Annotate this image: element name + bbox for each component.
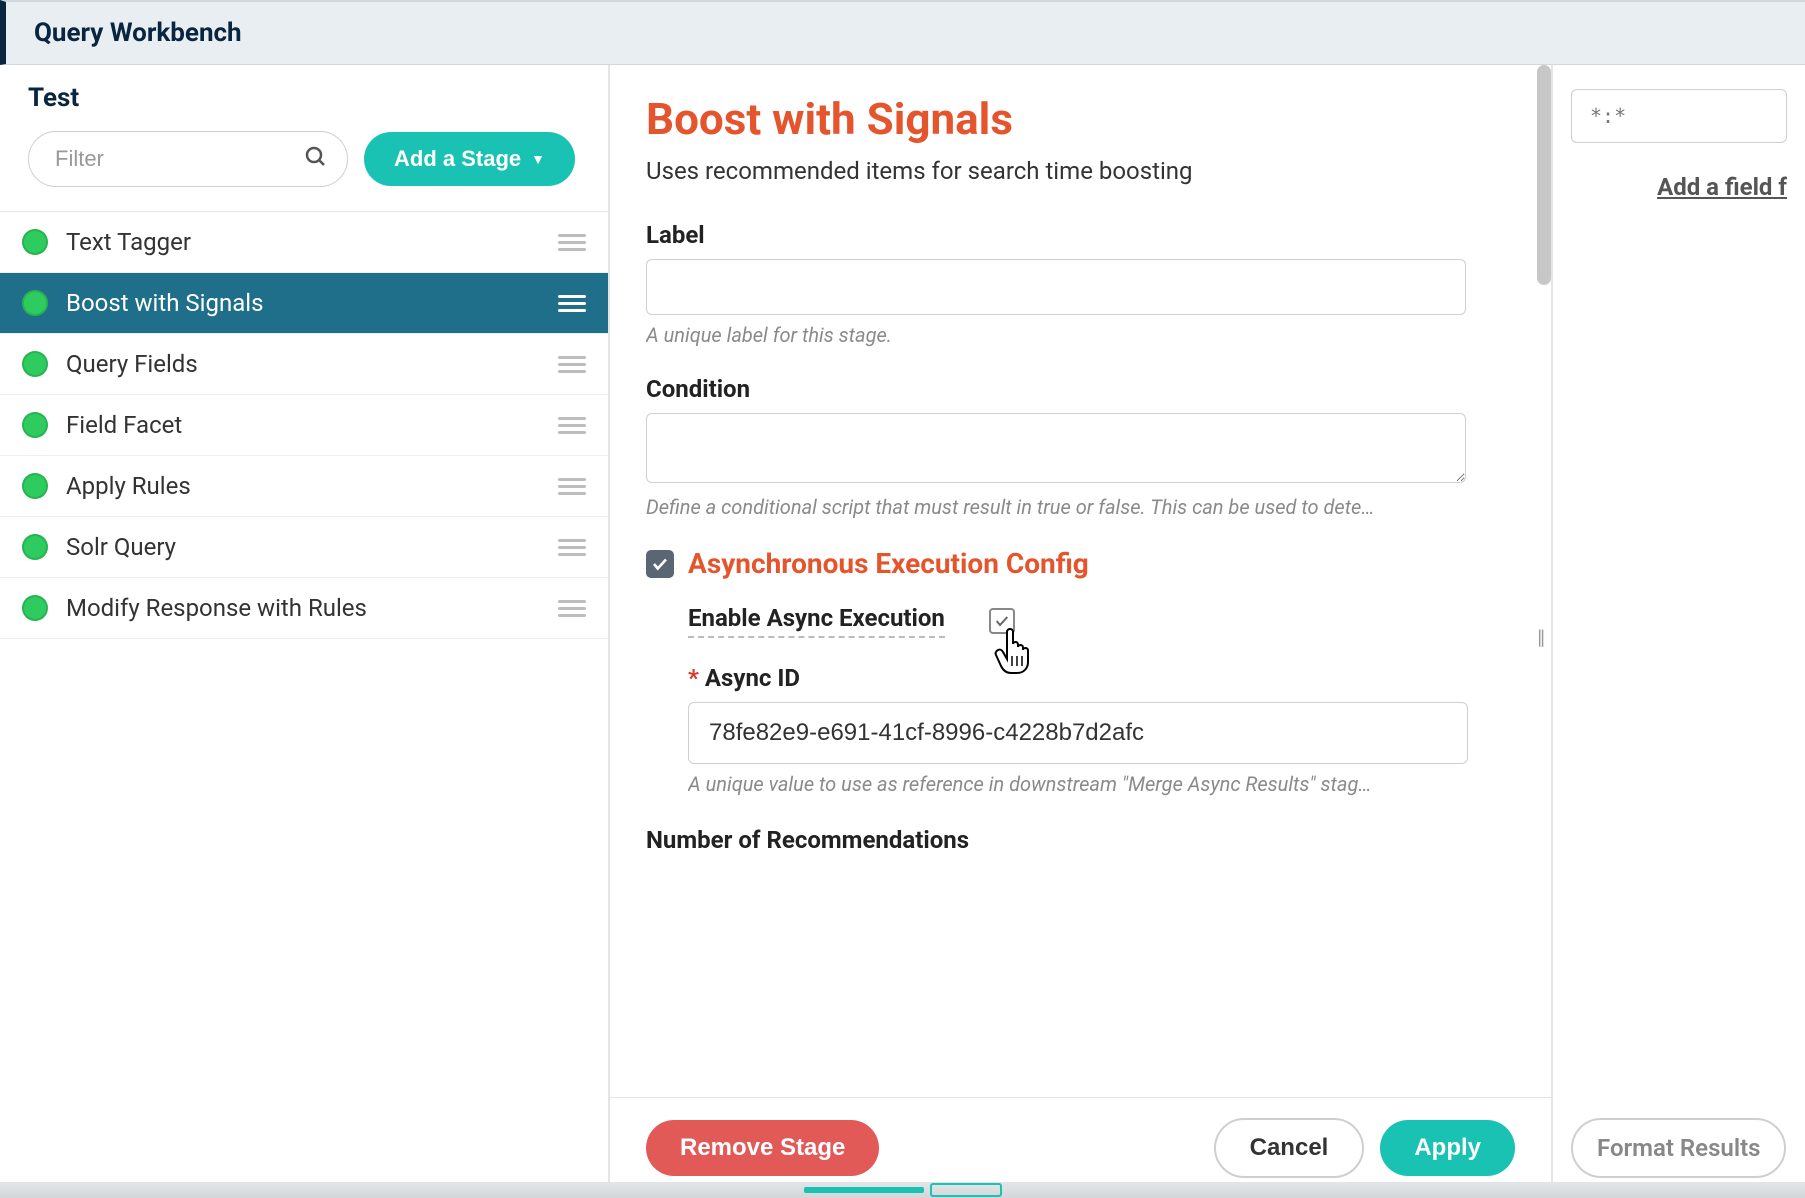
num-rec-field-group: Number of Recommendations bbox=[646, 826, 1515, 854]
add-stage-label: Add a Stage bbox=[394, 146, 521, 172]
page-title-bar: Query Workbench bbox=[0, 0, 1805, 65]
stage-label: Solr Query bbox=[66, 533, 540, 561]
progress-segment bbox=[804, 1187, 924, 1193]
filter-input[interactable] bbox=[28, 131, 348, 187]
status-dot bbox=[22, 595, 48, 621]
filter-row: Add a Stage ▼ bbox=[28, 131, 580, 187]
drag-handle-icon[interactable] bbox=[558, 417, 586, 434]
chevron-down-icon: ▼ bbox=[531, 151, 545, 167]
status-dot bbox=[22, 351, 48, 377]
stage-label: Modify Response with Rules bbox=[66, 594, 540, 622]
add-stage-button[interactable]: Add a Stage ▼ bbox=[364, 132, 575, 186]
status-dot bbox=[22, 534, 48, 560]
async-id-input[interactable] bbox=[688, 702, 1468, 764]
enable-async-label: Enable Async Execution bbox=[688, 604, 945, 638]
label-input[interactable] bbox=[646, 259, 1466, 315]
sidebar-item-boost-with-signals[interactable]: Boost with Signals bbox=[0, 273, 608, 334]
resize-handle-icon[interactable]: || bbox=[1537, 625, 1543, 649]
status-dot bbox=[22, 473, 48, 499]
async-section-body: Enable Async Execution bbox=[646, 604, 1515, 796]
sidebar-title: Test bbox=[28, 83, 580, 113]
apply-button[interactable]: Apply bbox=[1380, 1120, 1515, 1176]
sidebar: Test Add a Stage ▼ bbox=[0, 65, 610, 1198]
drag-handle-icon[interactable] bbox=[558, 600, 586, 617]
status-dot bbox=[22, 290, 48, 316]
enable-async-row: Enable Async Execution bbox=[688, 604, 1515, 638]
drag-handle-icon[interactable] bbox=[558, 356, 586, 373]
drag-handle-icon[interactable] bbox=[558, 478, 586, 495]
drag-handle-icon[interactable] bbox=[558, 295, 586, 312]
status-dot bbox=[22, 412, 48, 438]
detail-panel: Boost with Signals Uses recommended item… bbox=[610, 65, 1551, 1198]
sidebar-item-text-tagger[interactable]: Text Tagger bbox=[0, 212, 608, 273]
status-dot bbox=[22, 229, 48, 255]
async-id-hint: A unique value to use as reference in do… bbox=[688, 772, 1508, 796]
format-results-button[interactable]: Format Results bbox=[1571, 1118, 1786, 1178]
stage-label: Boost with Signals bbox=[66, 289, 540, 317]
app-root: Query Workbench Test Add a Stage ▼ bbox=[0, 0, 1805, 1198]
async-section-title: Asynchronous Execution Config bbox=[688, 547, 1089, 580]
sidebar-item-modify-response[interactable]: Modify Response with Rules bbox=[0, 578, 608, 639]
sidebar-header: Test Add a Stage ▼ bbox=[0, 65, 608, 212]
drag-handle-icon[interactable] bbox=[558, 234, 586, 251]
scrollbar-thumb[interactable] bbox=[1537, 65, 1551, 285]
required-star: * bbox=[688, 664, 699, 692]
async-section-header[interactable]: Asynchronous Execution Config bbox=[646, 547, 1515, 580]
detail-title: Boost with Signals bbox=[646, 93, 1515, 145]
stage-label: Text Tagger bbox=[66, 228, 540, 256]
right-panel: *:* Add a field f Format Results bbox=[1551, 65, 1805, 1198]
sidebar-item-solr-query[interactable]: Solr Query bbox=[0, 517, 608, 578]
query-input[interactable]: *:* bbox=[1571, 89, 1787, 143]
cancel-button[interactable]: Cancel bbox=[1214, 1118, 1365, 1178]
sidebar-item-apply-rules[interactable]: Apply Rules bbox=[0, 456, 608, 517]
remove-stage-button[interactable]: Remove Stage bbox=[646, 1120, 879, 1176]
detail-subtitle: Uses recommended items for search time b… bbox=[646, 157, 1515, 185]
label-field-group: Label A unique label for this stage. bbox=[646, 221, 1515, 347]
stage-label: Query Fields bbox=[66, 350, 540, 378]
detail-scroll[interactable]: Boost with Signals Uses recommended item… bbox=[610, 65, 1551, 1097]
condition-hint: Define a conditional script that must re… bbox=[646, 495, 1466, 519]
condition-field-group: Condition Define a conditional script th… bbox=[646, 375, 1515, 519]
enable-async-checkbox[interactable] bbox=[989, 608, 1015, 634]
main-body: Test Add a Stage ▼ bbox=[0, 65, 1805, 1198]
section-checkbox-icon[interactable] bbox=[646, 550, 674, 578]
async-id-field-group: *Async ID A unique value to use as refer… bbox=[688, 664, 1515, 796]
add-field-link[interactable]: Add a field f bbox=[1571, 173, 1787, 201]
label-hint: A unique label for this stage. bbox=[646, 323, 1466, 347]
sidebar-item-query-fields[interactable]: Query Fields bbox=[0, 334, 608, 395]
filter-input-wrap bbox=[28, 131, 348, 187]
label-field-label: Label bbox=[646, 221, 1515, 249]
search-icon[interactable] bbox=[304, 145, 328, 173]
drag-handle-icon[interactable] bbox=[558, 539, 586, 556]
stage-label: Field Facet bbox=[66, 411, 540, 439]
condition-input[interactable] bbox=[646, 413, 1466, 483]
page-title: Query Workbench bbox=[34, 18, 242, 48]
condition-field-label: Condition bbox=[646, 375, 1515, 403]
right-footer: Format Results bbox=[1571, 1118, 1805, 1178]
sidebar-item-field-facet[interactable]: Field Facet bbox=[0, 395, 608, 456]
progress-segment-box bbox=[930, 1183, 1002, 1197]
async-id-label: *Async ID bbox=[688, 664, 1515, 692]
stage-label: Apply Rules bbox=[66, 472, 540, 500]
stage-list: Text Tagger Boost with Signals Query Fie… bbox=[0, 212, 608, 1198]
num-rec-label: Number of Recommendations bbox=[646, 826, 1515, 854]
bottom-strip bbox=[0, 1182, 1805, 1198]
